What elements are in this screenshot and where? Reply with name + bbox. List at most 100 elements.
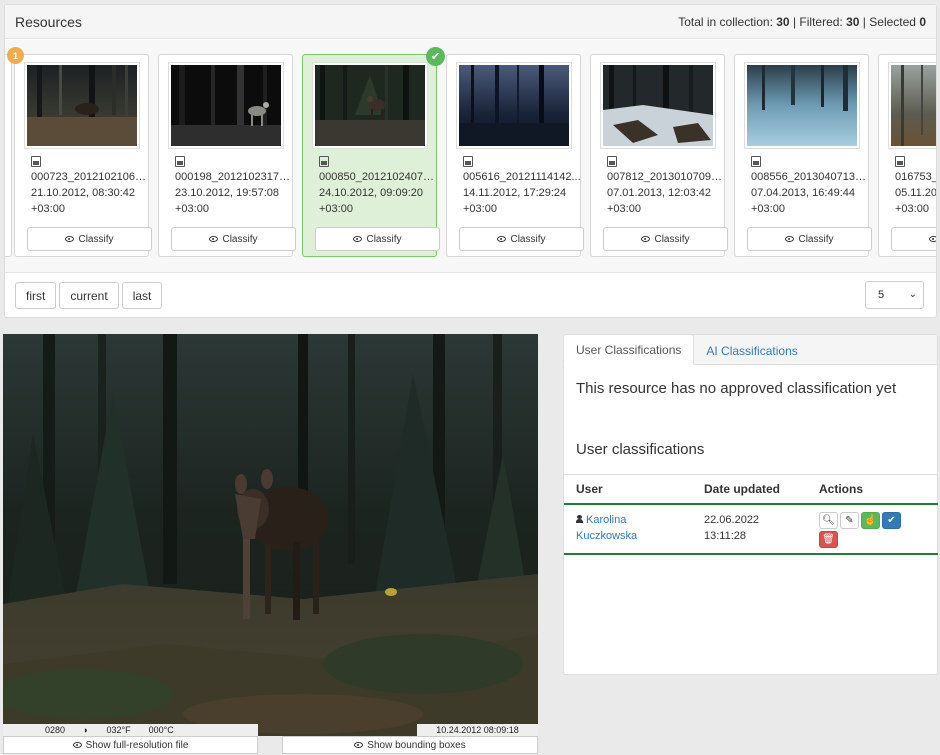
- image-file-icon: [175, 156, 185, 167]
- classify-button[interactable]: Classify: [171, 227, 296, 251]
- resource-date: 21.10.2012, 08:30:42: [31, 187, 135, 199]
- resource-timezone: +03:00: [175, 203, 209, 215]
- pencil-icon[interactable]: ✎: [840, 511, 859, 529]
- resource-thumbnail[interactable]: [167, 62, 284, 149]
- eye-icon: [65, 236, 75, 242]
- filtered-count: 30: [846, 14, 860, 29]
- classify-button[interactable]: Classify: [315, 227, 440, 251]
- trash-icon[interactable]: 🗑︎: [819, 530, 838, 548]
- resource-timezone: +03:00: [319, 203, 353, 215]
- classify-button[interactable]: Classify: [27, 227, 152, 251]
- no-approved-message: This resource has no approved classifica…: [576, 380, 897, 397]
- hand-pointer-icon[interactable]: ☝: [861, 511, 880, 529]
- resource-card-selected[interactable]: ✔ 000850_20121024070... 24.10.2012, 09:0…: [302, 47, 445, 257]
- tab-ai-classifications[interactable]: AI Classifications: [694, 335, 809, 366]
- resource-name: 000850_20121024070...: [319, 171, 437, 183]
- show-bounding-boxes-button[interactable]: Show bounding boxes: [282, 736, 538, 754]
- image-file-icon: [31, 156, 41, 167]
- resource-card[interactable]: 008556_20130407134... 07.04.2013, 16:49:…: [734, 54, 872, 257]
- classifications-panel: User Classifications AI Classifications …: [563, 334, 938, 675]
- page-size-select[interactable]: 5 ⌄: [865, 281, 924, 309]
- user-link[interactable]: Karolina: [586, 514, 626, 526]
- resource-timezone: +03:00: [607, 203, 641, 215]
- image-file-icon: [895, 156, 905, 167]
- eye-icon: [209, 236, 219, 242]
- resource-date: 07.04.2013, 16:49:44: [751, 187, 855, 199]
- chevron-down-icon: ⌄: [908, 289, 917, 300]
- image-file-icon: [607, 156, 617, 167]
- eye-icon: [353, 236, 363, 242]
- resource-thumbnail[interactable]: [887, 62, 936, 149]
- resource-card[interactable]: 000198_20121023175... 23.10.2012, 19:57:…: [158, 54, 296, 257]
- current-page-button[interactable]: current: [59, 282, 119, 309]
- user-classifications-table: User Date updated Actions Karolina Kuczk…: [564, 474, 938, 555]
- classify-button[interactable]: Classify: [891, 227, 936, 251]
- search-icon[interactable]: 🔍︎: [819, 511, 838, 529]
- resource-thumbnail[interactable]: [311, 62, 428, 149]
- tab-user-classifications[interactable]: User Classifications: [563, 334, 695, 365]
- show-full-resolution-button[interactable]: Show full-resolution file: [3, 736, 258, 754]
- resource-timezone: +03:00: [751, 203, 785, 215]
- resource-date: 14.11.2012, 17:29:24: [463, 187, 567, 199]
- resource-date: 24.10.2012, 09:09:20: [319, 187, 423, 199]
- resource-thumbnail[interactable]: [743, 62, 860, 149]
- column-date-updated: Date updated: [692, 474, 807, 505]
- resource-date: 05.11.2013: [895, 187, 936, 199]
- eye-icon: [929, 236, 936, 242]
- resource-thumbnail[interactable]: [599, 62, 716, 149]
- user-link-last[interactable]: Kuczkowska: [576, 530, 637, 542]
- pagination: first current last: [15, 282, 163, 309]
- resource-card[interactable]: 1 000723_20121021063... 21.10.2012, 08:3…: [7, 47, 152, 257]
- resource-name: 008556_20130407134...: [751, 171, 869, 183]
- resource-name: 016753_20131105...: [895, 171, 936, 183]
- date-cell: 22.06.2022 13:11:28: [692, 503, 807, 555]
- eye-icon: [497, 236, 507, 242]
- resource-thumbnail[interactable]: [455, 62, 572, 149]
- user-classifications-heading: User classifications: [576, 441, 705, 458]
- resource-card[interactable]: 005616_20121114142... 14.11.2012, 17:29:…: [446, 54, 584, 257]
- resource-image[interactable]: [3, 334, 538, 736]
- resource-timezone: +03:00: [31, 203, 65, 215]
- resources-header: Resources Total in collection: 30 | Filt…: [5, 5, 936, 39]
- eye-icon: [72, 742, 82, 748]
- resource-name: 000198_20121023175...: [175, 171, 293, 183]
- last-page-button[interactable]: last: [121, 282, 163, 309]
- collection-stats: Total in collection: 30 | Filtered: 30 |…: [678, 14, 926, 29]
- column-user: User: [564, 474, 692, 505]
- resources-panel: Resources Total in collection: 30 | Filt…: [4, 4, 937, 318]
- resources-title: Resources: [15, 13, 82, 30]
- resource-date: 07.01.2013, 12:03:42: [607, 187, 711, 199]
- eye-icon: [785, 236, 795, 242]
- classify-button[interactable]: Classify: [747, 227, 872, 251]
- classify-button[interactable]: Classify: [603, 227, 728, 251]
- classification-count-badge: 1: [7, 47, 24, 64]
- resource-timezone: +03:00: [895, 203, 929, 215]
- column-actions: Actions: [807, 474, 938, 505]
- user-icon: [576, 514, 583, 523]
- resource-thumbnail[interactable]: [23, 62, 140, 149]
- classification-tabs: User Classifications AI Classifications: [563, 334, 937, 366]
- table-row: Karolina Kuczkowska 22.06.2022 13:11:28 …: [564, 503, 938, 555]
- partial-card: [5, 54, 12, 257]
- check-icon: ✔: [426, 47, 445, 66]
- image-file-icon: [463, 156, 473, 167]
- camera-stamp-left: 0280 ◗ 032°F 000°C: [3, 724, 258, 736]
- image-file-icon: [751, 156, 761, 167]
- resource-name: 007812_20130107090...: [607, 171, 725, 183]
- image-file-icon: [319, 156, 329, 167]
- resource-card[interactable]: 007812_20130107090... 07.01.2013, 12:03:…: [590, 54, 728, 257]
- resource-card[interactable]: 016753_20131105... 05.11.2013 +03:00 Cla…: [878, 54, 936, 257]
- classify-button[interactable]: Classify: [459, 227, 584, 251]
- resource-name: 005616_20121114142...: [463, 171, 581, 183]
- eye-icon: [641, 236, 651, 242]
- first-page-button[interactable]: first: [15, 282, 57, 309]
- approve-check-icon[interactable]: ✔: [882, 511, 901, 529]
- total-count: 30: [776, 14, 790, 29]
- resource-carousel[interactable]: 1 000723_20121021063... 21.10.2012, 08:3…: [5, 40, 936, 273]
- resource-name: 000723_20121021063...: [31, 171, 149, 183]
- eye-icon: [354, 742, 364, 748]
- user-cell: Karolina Kuczkowska: [564, 503, 692, 555]
- resource-timezone: +03:00: [463, 203, 497, 215]
- actions-cell: 🔍︎ ✎ ☝ ✔ 🗑︎: [807, 503, 938, 555]
- resource-date: 23.10.2012, 19:57:08: [175, 187, 279, 199]
